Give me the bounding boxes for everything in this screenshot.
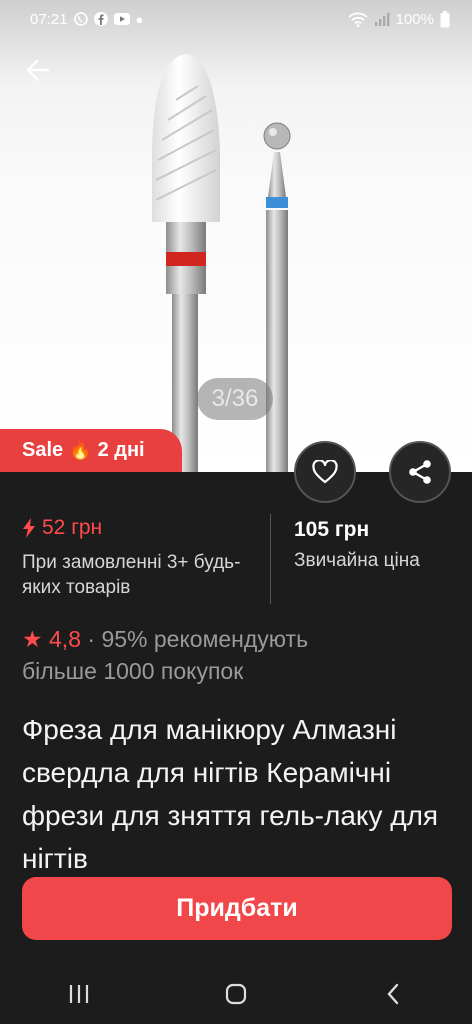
back-button[interactable] xyxy=(20,52,56,88)
sale-price-note: При замовленні 3+ будь-яких товарів xyxy=(22,552,241,598)
battery-icon xyxy=(440,10,450,27)
recent-apps-button[interactable] xyxy=(49,974,109,1014)
chevron-left-icon xyxy=(387,983,399,1005)
rating-summary[interactable]: ★ 4,8 · 95% рекомендують більше 1000 пок… xyxy=(22,623,452,687)
sale-label: Sale xyxy=(22,439,64,461)
sale-price-value: 52 грн xyxy=(42,516,103,539)
regular-price: 105 грн xyxy=(294,518,370,541)
share-icon xyxy=(409,460,431,484)
product-title: Фреза для манікюру Алмазні свердла для н… xyxy=(22,714,439,874)
viber-icon xyxy=(73,12,88,26)
sale-badge: Sale 🔥 2 дні xyxy=(0,429,182,472)
heart-icon xyxy=(312,460,338,484)
fire-icon: 🔥 xyxy=(69,440,92,460)
lightning-icon xyxy=(23,518,35,538)
buyers-text: більше 1000 покупок xyxy=(22,658,244,684)
rating-value: 4,8 xyxy=(49,626,81,652)
price-divider xyxy=(270,514,271,604)
image-counter: 3/36 xyxy=(197,378,273,420)
home-icon xyxy=(225,983,247,1005)
status-left: 07:21 ● xyxy=(30,11,143,28)
buy-button[interactable]: Придбати xyxy=(22,877,452,940)
price-block: 52 грн При замовленні 3+ будь-яких товар… xyxy=(22,512,452,606)
star-icon: ★ xyxy=(22,626,43,652)
facebook-icon xyxy=(93,12,108,26)
recommend-text: 95% рекомендують xyxy=(101,626,309,652)
wifi-icon xyxy=(348,12,368,27)
share-button[interactable] xyxy=(389,441,451,503)
regular-price-label: Звичайна ціна xyxy=(294,550,420,571)
home-button[interactable] xyxy=(206,974,266,1014)
rating-separator: · xyxy=(87,626,96,652)
status-right: 100% xyxy=(348,10,450,28)
sale-duration: 2 дні xyxy=(97,439,145,461)
signal-icon xyxy=(374,13,390,26)
favorite-button[interactable] xyxy=(294,441,356,503)
system-nav-bar xyxy=(0,964,472,1024)
youtube-icon xyxy=(113,13,130,25)
sale-price: 52 грн xyxy=(22,516,102,540)
recent-apps-icon xyxy=(69,985,88,1003)
status-time: 07:21 xyxy=(30,10,68,28)
arrow-left-icon xyxy=(26,59,50,81)
status-bar: 07:21 ● 100% xyxy=(0,0,472,38)
system-back-button[interactable] xyxy=(363,974,423,1014)
dot-icon: ● xyxy=(135,11,144,27)
battery-level: 100% xyxy=(395,10,434,28)
